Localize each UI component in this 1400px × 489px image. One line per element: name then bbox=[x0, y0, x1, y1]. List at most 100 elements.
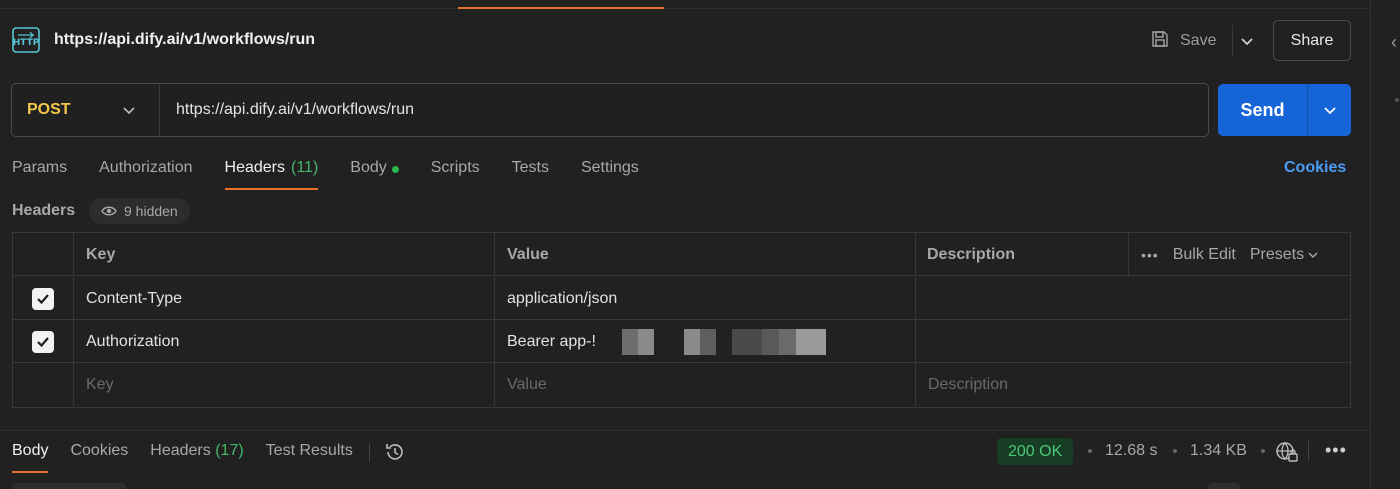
separator-dot bbox=[1261, 449, 1265, 453]
response-tab-headers[interactable]: Headers (17) bbox=[150, 442, 243, 473]
top-tab-strip bbox=[0, 0, 1370, 9]
header-value[interactable]: application/json bbox=[494, 277, 915, 320]
tab-settings[interactable]: Settings bbox=[581, 158, 639, 190]
share-button[interactable]: Share bbox=[1273, 20, 1351, 61]
response-tabs: Body Cookies Headers (17) Test Results bbox=[12, 442, 406, 474]
tab-label: Settings bbox=[580, 159, 639, 176]
tab-label: Test Results bbox=[265, 442, 353, 459]
new-value-input[interactable]: Value bbox=[494, 363, 915, 406]
tab-label: Headers bbox=[150, 442, 211, 459]
divider bbox=[368, 444, 370, 462]
checkbox-icon[interactable] bbox=[32, 287, 54, 310]
separator-dot bbox=[1088, 449, 1092, 453]
description-column-header: Description bbox=[915, 233, 1128, 276]
table-header-row: Key Value Description ••• Bulk Edit Pres… bbox=[13, 233, 1350, 276]
headers-section-label: Headers bbox=[12, 202, 76, 219]
redacted-token bbox=[621, 328, 654, 355]
tab-tests[interactable]: Tests bbox=[512, 158, 549, 190]
panel-dot bbox=[1395, 98, 1399, 102]
table-row: Content-Type application/json bbox=[13, 277, 1350, 320]
tab-count: (11) bbox=[291, 159, 319, 176]
chevron-down-icon bbox=[1323, 107, 1336, 115]
checkbox-icon[interactable] bbox=[32, 330, 54, 353]
header-description[interactable] bbox=[915, 277, 1350, 320]
more-icon[interactable]: ••• bbox=[1325, 440, 1347, 461]
header-key[interactable]: Content-Type bbox=[73, 277, 494, 320]
divider bbox=[1308, 441, 1309, 461]
new-description-input[interactable]: Description bbox=[915, 363, 1350, 406]
tab-headers[interactable]: Headers (11) bbox=[224, 158, 319, 190]
chevron-down-icon bbox=[1240, 38, 1253, 46]
response-toolbar-chip bbox=[12, 483, 126, 489]
chevron-down-icon bbox=[1308, 252, 1318, 258]
tab-label: Params bbox=[12, 159, 68, 176]
tab-label: Tests bbox=[511, 159, 549, 176]
table-actions: ••• Bulk Edit Presets bbox=[1128, 233, 1350, 276]
tab-label: Authorization bbox=[99, 159, 193, 176]
tab-body[interactable]: Body bbox=[350, 158, 399, 190]
url-bar: POST https://api.dify.ai/v1/workflows/ru… bbox=[11, 83, 1209, 137]
tab-label: Headers bbox=[224, 159, 285, 176]
header-value-cell[interactable]: Bearer app-! bbox=[494, 320, 915, 363]
cookies-link[interactable]: Cookies bbox=[1284, 159, 1346, 177]
new-key-input[interactable]: Key bbox=[73, 363, 494, 406]
tab-label: Body bbox=[12, 442, 49, 459]
tab-label: Body bbox=[350, 159, 387, 176]
table-row: Authorization Bearer app-! bbox=[13, 320, 1350, 363]
method-label: POST bbox=[27, 101, 71, 118]
svg-text:HTTP: HTTP bbox=[13, 38, 40, 48]
url-input[interactable]: https://api.dify.ai/v1/workflows/run bbox=[176, 101, 414, 119]
value-column-header: Value bbox=[494, 233, 915, 276]
tab-count: (17) bbox=[215, 442, 244, 459]
response-toolbar-chip bbox=[1208, 483, 1240, 489]
save-label: Save bbox=[1180, 32, 1217, 49]
bulk-edit-button[interactable]: Bulk Edit bbox=[1173, 246, 1236, 264]
right-side-panel: ‹ bbox=[1370, 0, 1400, 489]
send-options-button[interactable] bbox=[1307, 84, 1351, 136]
history-icon[interactable] bbox=[384, 441, 406, 468]
presets-button[interactable]: Presets bbox=[1250, 246, 1318, 264]
tab-label: Scripts bbox=[430, 159, 480, 176]
save-icon bbox=[1150, 29, 1170, 54]
modified-indicator bbox=[391, 166, 399, 173]
globe-lock-icon[interactable] bbox=[1275, 441, 1299, 468]
tab-label: Cookies bbox=[70, 442, 129, 459]
header-key[interactable]: Authorization bbox=[73, 320, 494, 363]
response-tab-cookies[interactable]: Cookies bbox=[70, 442, 128, 473]
send-button-group: Send bbox=[1218, 84, 1351, 136]
row-checkbox-cell bbox=[13, 363, 73, 406]
save-options-button[interactable] bbox=[1232, 25, 1260, 57]
key-column-header: Key bbox=[73, 233, 494, 276]
hidden-headers-toggle[interactable]: 9 hidden bbox=[89, 198, 190, 224]
more-icon[interactable]: ••• bbox=[1141, 247, 1159, 263]
save-button[interactable]: Save bbox=[1150, 25, 1216, 57]
eye-icon bbox=[101, 206, 117, 216]
headers-table: Key Value Description ••• Bulk Edit Pres… bbox=[12, 232, 1351, 408]
separator-dot bbox=[1173, 449, 1177, 453]
hidden-count: 9 hidden bbox=[124, 203, 178, 219]
tab-authorization[interactable]: Authorization bbox=[99, 158, 192, 190]
status-badge[interactable]: 200 OK bbox=[997, 438, 1074, 465]
chevron-left-icon[interactable]: ‹ bbox=[1391, 32, 1397, 53]
response-size[interactable]: 1.34 KB bbox=[1190, 442, 1247, 460]
header-description[interactable] bbox=[915, 320, 1350, 363]
chevron-down-icon bbox=[123, 107, 135, 115]
send-button[interactable]: Send bbox=[1218, 84, 1307, 136]
method-select[interactable]: POST bbox=[12, 84, 160, 136]
response-tab-body[interactable]: Body bbox=[12, 442, 49, 473]
request-tabs: Params Authorization Headers (11) Body Sc… bbox=[12, 158, 671, 190]
response-divider bbox=[0, 430, 1370, 431]
redacted-token bbox=[683, 328, 716, 355]
table-row-new: Key Value Description bbox=[13, 363, 1350, 406]
response-time[interactable]: 12.68 s bbox=[1105, 442, 1157, 460]
http-icon: HTTP bbox=[12, 27, 42, 55]
presets-label: Presets bbox=[1249, 245, 1305, 263]
header-value: Bearer app-! bbox=[507, 332, 596, 350]
response-tab-test-results[interactable]: Test Results bbox=[266, 442, 353, 473]
tab-scripts[interactable]: Scripts bbox=[431, 158, 480, 190]
checkbox-column-header bbox=[13, 233, 73, 276]
row-checkbox-cell bbox=[13, 320, 73, 363]
tab-params[interactable]: Params bbox=[12, 158, 67, 190]
request-title[interactable]: https://api.dify.ai/v1/workflows/run bbox=[54, 31, 315, 49]
redacted-token bbox=[731, 328, 826, 355]
